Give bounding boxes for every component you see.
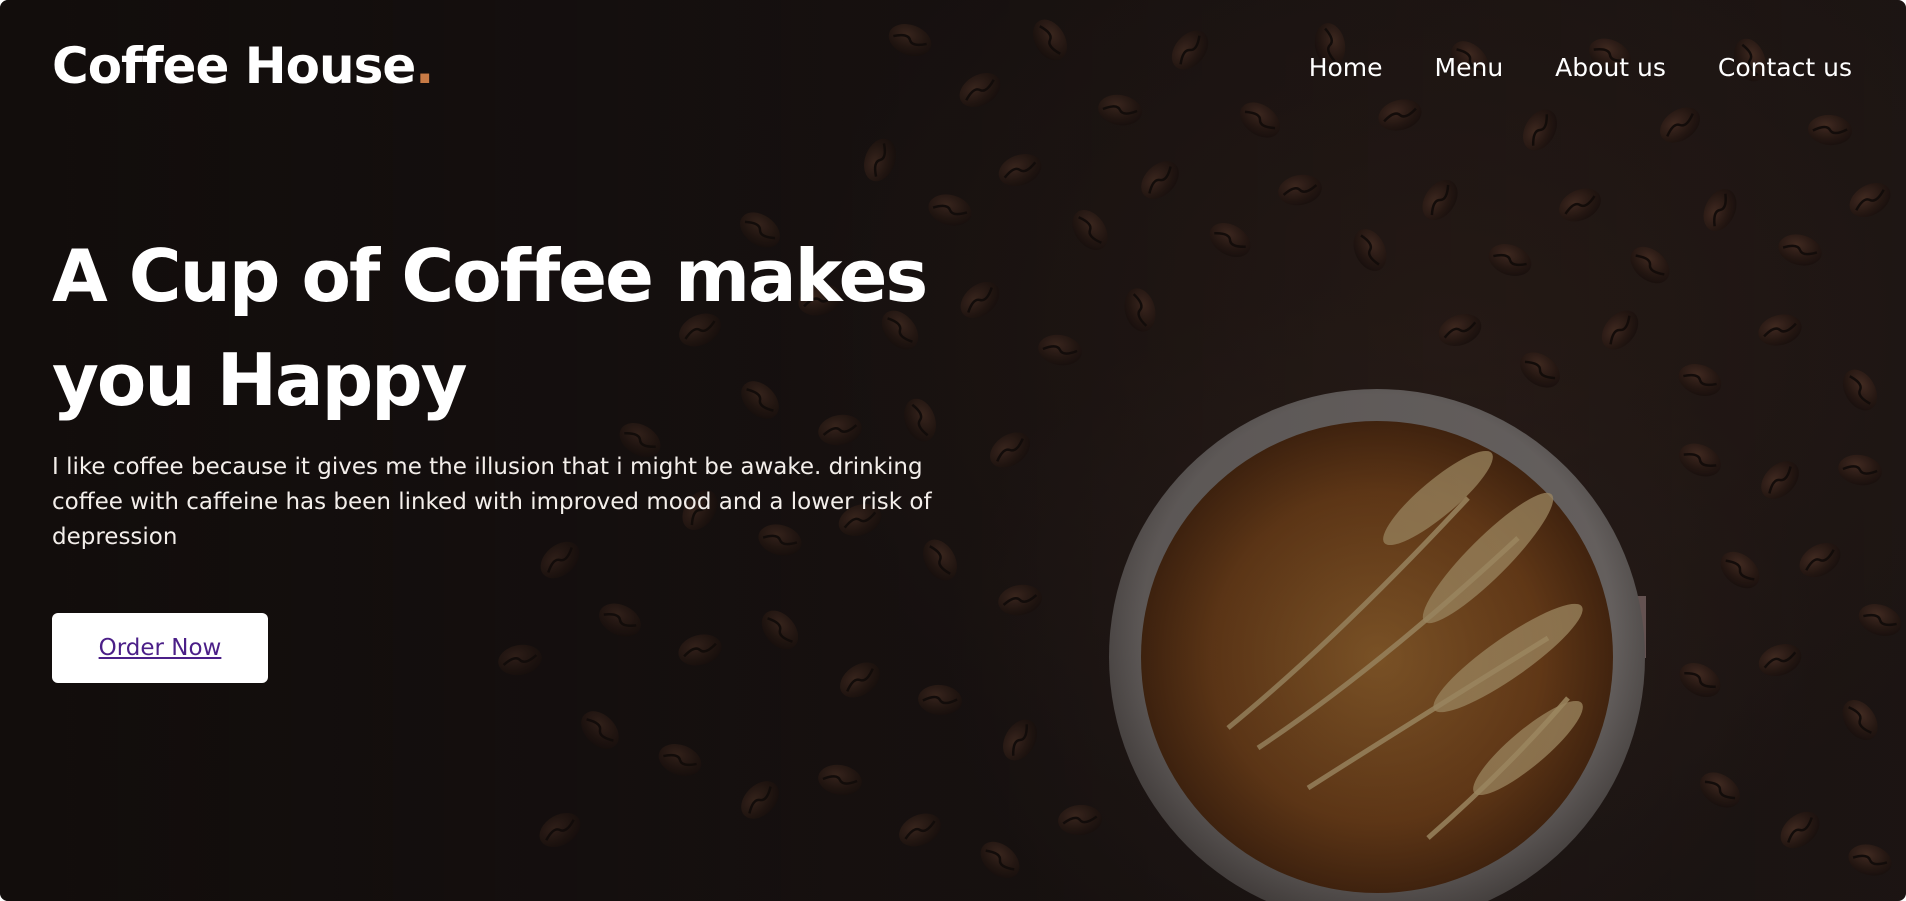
site-logo[interactable]: Coffee House. bbox=[52, 34, 434, 98]
nav-item-menu[interactable]: Menu bbox=[1435, 50, 1504, 86]
hero-headline: A Cup of Coffee makes you Happy bbox=[52, 234, 928, 422]
hero-tagline: I like coffee because it gives me the il… bbox=[52, 454, 932, 550]
logo-dot: . bbox=[415, 37, 434, 95]
hero-section: Coffee House. Home Menu About us Contact… bbox=[0, 0, 1906, 901]
nav-item-home[interactable]: Home bbox=[1309, 50, 1383, 86]
main-nav: Home Menu About us Contact us bbox=[1309, 50, 1852, 86]
order-now-link[interactable]: Order Now bbox=[99, 635, 222, 661]
nav-item-about-us[interactable]: About us bbox=[1555, 50, 1666, 86]
nav-item-contact-us[interactable]: Contact us bbox=[1718, 50, 1852, 86]
logo-text: Coffee House bbox=[52, 37, 416, 95]
order-now-button[interactable]: Order Now bbox=[52, 613, 268, 683]
